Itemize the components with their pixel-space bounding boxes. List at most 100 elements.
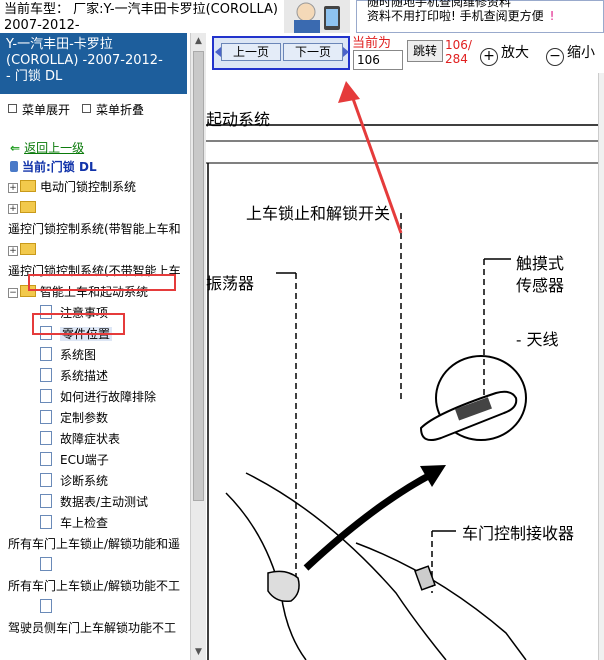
scroll-up-icon[interactable]: ▲ [191,33,206,49]
tree-item[interactable]: 诊断系统 [40,472,108,490]
zoom-out-button[interactable]: − 缩小 [546,42,595,66]
model-title-box: Y-一汽丰田-卡罗拉 (COROLLA) -2007-2012- - 门锁 DL [0,33,187,94]
tree-item-label: 所有车门上车锁止/解锁功能和遥 [8,537,181,551]
model-title-line-2: (COROLLA) -2007-2012- [6,53,163,68]
tree-item[interactable]: 驾驶员侧车门上车解锁功能不工 [8,619,176,637]
document-icon [40,599,52,613]
tree-item-label: 故障症状表 [60,432,121,446]
tree-item-label: 系统图 [60,348,97,362]
tree-item[interactable]: ECU端子 [40,451,109,469]
tree-item[interactable]: + 电动门锁控制系统 [8,178,136,196]
tree-item-label: 电动门锁控制系统 [40,180,137,194]
page-count: 106/ 284 [445,38,472,66]
square-icon [8,104,17,113]
menu-collapse-button[interactable]: 菜单折叠 [82,101,144,118]
document-view[interactable] [206,73,604,660]
tree-item-label: 诊断系统 [60,474,109,488]
scrollbar-thumb[interactable] [193,51,204,501]
page-number-input[interactable] [353,50,403,70]
label-oscillator: 振荡器 [206,274,255,293]
sidebar: Y-一汽丰田-卡罗拉 (COROLLA) -2007-2012- - 门锁 DL… [0,33,190,660]
current-label: 当前:门锁 DL [22,160,97,174]
menu-expand-label: 菜单展开 [22,103,71,117]
tree-item[interactable]: 所有车门上车锁止/解锁功能不工 [8,577,180,595]
zoom-out-icon: − [546,48,564,66]
tree-item[interactable]: + [8,199,40,217]
prev-page-button[interactable]: 上一页 [221,43,281,61]
tree-item-label: 遥控门锁控制系统(带智能上车和 [8,222,181,236]
tree-item-label: ECU端子 [60,453,109,467]
tree-item-label: 所有车门上车锁止/解锁功能不工 [8,579,181,593]
document-icon [40,494,52,508]
label-touch-sensor-2: 传感器 [516,276,565,295]
next-page-button[interactable]: 下一页 [283,43,343,61]
label-door-receiver: 车门控制接收器 [462,524,575,543]
zoom-out-label: 缩小 [567,45,595,61]
document-icon [40,452,52,466]
expand-icon[interactable]: + [8,246,18,256]
tree-item[interactable]: 故障症状表 [40,430,120,448]
current-page-label: 当前为 [352,36,392,51]
square-icon [82,104,91,113]
document-icon [40,368,52,382]
back-label: 返回上一级 [24,141,85,155]
tree-item[interactable]: 车上检查 [40,514,108,532]
expand-icon[interactable]: − [8,288,18,298]
vehicle-line-2: 2007-2012- [4,18,80,33]
document-heading: 起动系统 [206,110,271,129]
right-triangle-icon [343,47,349,57]
folder-icon [20,180,36,192]
current-location: 当前:门锁 DL [10,158,97,175]
vehicle-line-1: 当前车型： 厂家:Y-一汽丰田卡罗拉(COROLLA) [4,2,278,17]
tree-item[interactable]: + [8,241,40,259]
tree-item[interactable]: 系统图 [40,346,96,364]
tree-item[interactable] [40,598,60,616]
tree-item[interactable]: 定制参数 [40,409,108,427]
tree-item[interactable]: 数据表/主动测试 [40,493,148,511]
document-icon [40,389,52,403]
folder-icon [20,201,36,213]
model-title-line-1: Y-一汽丰田-卡罗拉 [6,37,113,52]
model-title-line-3: - 门锁 DL [6,69,63,84]
menu-collapse-label: 菜单折叠 [96,103,145,117]
document-icon [40,515,52,529]
label-touch-sensor-1: 触摸式 [516,254,565,273]
tree-item-label: 系统描述 [60,369,109,383]
tree-item[interactable]: 系统描述 [40,367,108,385]
zoom-in-icon: + [480,48,498,66]
document-icon [40,410,52,424]
zoom-in-label: 放大 [501,45,529,61]
expand-icon[interactable]: + [8,183,18,193]
document-icon [40,557,52,571]
tree-item-label: 驾驶员侧车门上车解锁功能不工 [8,621,177,635]
database-icon [10,161,18,172]
highlight-box-folder [28,274,176,291]
top-bar: 当前车型： 厂家:Y-一汽丰田卡罗拉(COROLLA) 2007-2012- 随… [0,0,604,33]
mobile-ad-banner[interactable]: 随时随地手机查阅维修资料 资料不用打印啦! 手机查阅更方便! [356,0,604,33]
ad-text-2-wrap: 资料不用打印啦! 手机查阅更方便! [367,7,554,24]
document-icon [40,347,52,361]
sidebar-scrollbar[interactable]: ▲ ▼ [190,33,206,660]
tree-item-label: 如何进行故障排除 [60,390,157,404]
ad-text-2: 资料不用打印啦! 手机查阅更方便 [367,9,544,23]
menu-expand-button[interactable]: 菜单展开 [8,101,70,118]
tree-item-label: 车上检查 [60,516,109,530]
mascot-image [284,0,350,33]
tree-item[interactable]: 如何进行故障排除 [40,388,156,406]
back-arrow-icon: ⇐ [10,141,21,155]
page-count-text: 106/ 284 [445,38,472,66]
car-door-diagram [206,81,604,660]
document-icon [40,431,52,445]
tree-item[interactable]: 所有车门上车锁止/解锁功能和遥 [8,535,180,553]
scroll-down-icon[interactable]: ▼ [191,644,206,660]
document-scrollbar[interactable] [598,73,604,660]
zoom-in-button[interactable]: + 放大 [480,42,529,66]
document-icon [40,473,52,487]
ad-dot: ! [549,9,555,23]
tree-item[interactable]: 遥控门锁控制系统(带智能上车和 [8,220,181,238]
tree-item-label: 定制参数 [60,411,109,425]
expand-icon[interactable]: + [8,204,18,214]
jump-button[interactable]: 跳转 [407,40,443,62]
back-link[interactable]: ⇐ 返回上一级 [10,139,84,156]
tree-item[interactable] [40,556,60,574]
